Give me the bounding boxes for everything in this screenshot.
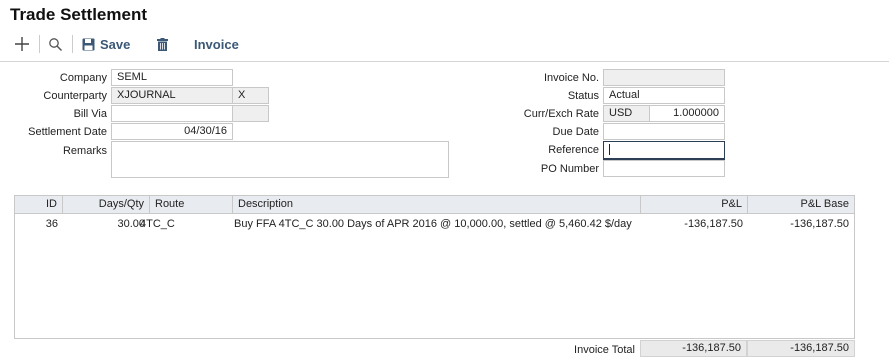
po-number-field[interactable] [603,160,725,177]
column-header-description[interactable]: Description [233,196,641,213]
invoice-button[interactable]: Invoice [194,33,239,55]
settlement-grid: ID Days/Qty Route Description P&L P&L Ba… [14,195,855,339]
company-label: Company [59,72,107,84]
curr-exch-rate-label: Curr/Exch Rate [523,108,599,120]
delete-button[interactable] [157,33,168,55]
counterparty-suffix-field: X [232,87,269,104]
settlement-date-label: Settlement Date [28,126,107,138]
search-button[interactable] [48,33,63,55]
cell-description: Buy FFA 4TC_C 30.00 Days of APR 2016 @ 1… [234,218,632,230]
company-field[interactable]: SEML [111,69,233,86]
reference-label: Reference [548,144,599,156]
invoice-total-pnl-base: -136,187.50 [747,340,855,357]
search-icon [48,37,63,52]
column-header-pnl[interactable]: P&L [641,196,748,213]
exchange-rate-field[interactable]: 1.000000 [649,105,725,122]
bill-via-label: Bill Via [73,108,107,120]
trash-icon [157,37,168,51]
invoice-no-label: Invoice No. [543,72,599,84]
text-cursor [609,143,610,155]
page-title: Trade Settlement [10,5,147,24]
cell-pnl: -136,187.50 [684,218,743,230]
column-header-pnl-base[interactable]: P&L Base [748,196,854,213]
column-header-route[interactable]: Route [150,196,233,213]
floppy-disk-icon [82,38,95,51]
bill-via-field[interactable] [111,105,233,122]
invoice-button-label: Invoice [194,36,239,52]
cell-route: 4TC_C [140,218,175,230]
remarks-label: Remarks [62,145,107,157]
cell-pnl-base: -136,187.50 [790,218,849,230]
column-header-days-qty[interactable]: Days/Qty [63,196,150,213]
toolbar-divider [72,35,73,53]
po-number-label: PO Number [540,163,599,175]
toolbar: Save Invoice [0,33,889,55]
table-row[interactable]: 36 30.00 4TC_C Buy FFA 4TC_C 30.00 Days … [15,215,854,233]
cell-id: 36 [45,218,58,230]
add-button[interactable] [14,33,30,55]
due-date-field[interactable] [603,123,725,140]
save-button[interactable]: Save [82,33,130,55]
settlement-date-field[interactable]: 04/30/16 [111,123,233,140]
due-date-label: Due Date [552,126,599,138]
currency-field[interactable]: USD [603,105,650,122]
toolbar-divider [39,35,40,53]
toolbar-divider-line [0,61,889,62]
status-field[interactable]: Actual [603,87,725,104]
grid-header: ID Days/Qty Route Description P&L P&L Ba… [15,196,854,214]
plus-icon [14,36,30,52]
reference-field[interactable] [603,141,725,160]
status-label: Status [567,90,599,102]
bill-via-suffix-field [232,105,269,122]
invoice-total-pnl: -136,187.50 [640,340,747,357]
remarks-textarea[interactable] [111,141,449,178]
counterparty-field[interactable]: XJOURNAL [111,87,233,104]
save-button-label: Save [100,36,131,52]
invoice-total-label: Invoice Total [574,344,635,356]
column-header-id[interactable]: ID [15,196,63,213]
invoice-no-field [603,69,725,86]
counterparty-label: Counterparty [43,90,107,102]
